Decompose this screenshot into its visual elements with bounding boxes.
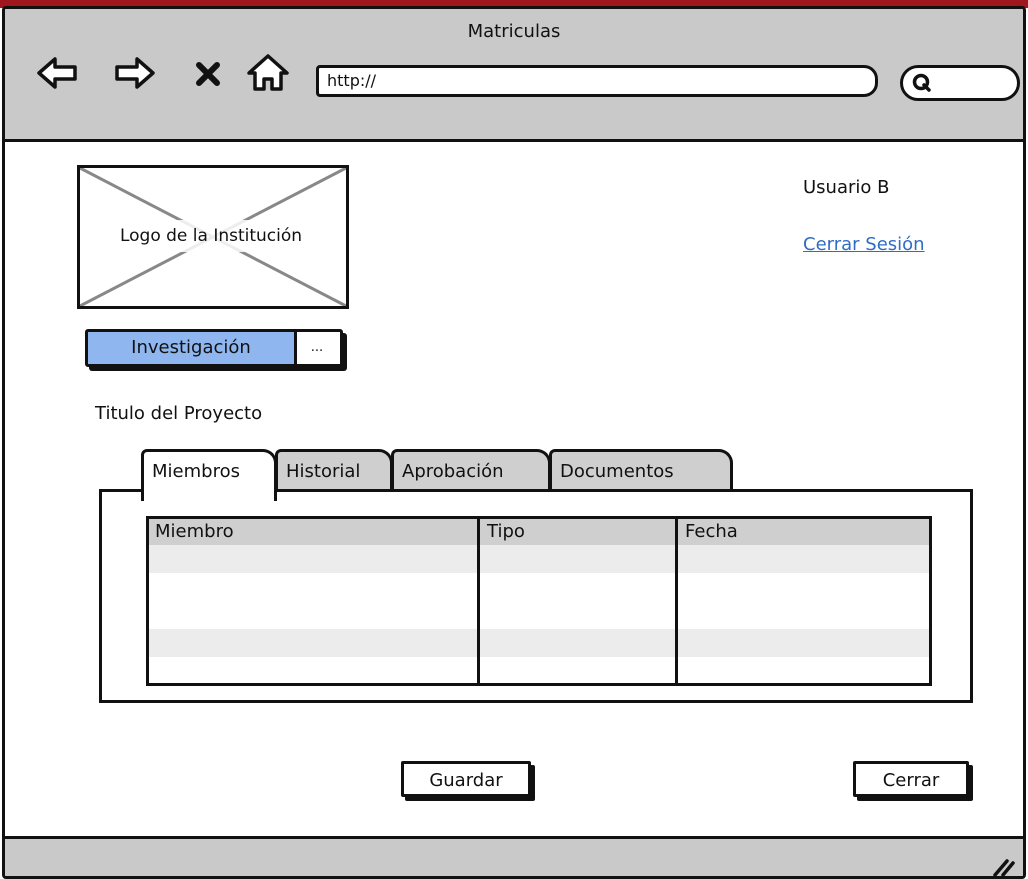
table-row[interactable] — [149, 573, 929, 601]
tab-miembros[interactable]: Miembros — [141, 449, 277, 501]
project-title: Titulo del Proyecto — [95, 403, 263, 424]
column-header-miembro[interactable]: Miembro — [149, 519, 234, 545]
column-header-tipo[interactable]: Tipo — [481, 519, 525, 545]
stop-x-icon[interactable] — [193, 53, 223, 93]
search-icon — [912, 73, 931, 92]
module-button-label[interactable]: Investigación — [88, 332, 297, 364]
column-divider — [675, 519, 678, 683]
window-title: Matriculas — [467, 21, 561, 42]
table-row[interactable] — [149, 601, 929, 629]
close-button[interactable]: Cerrar — [853, 761, 969, 797]
column-header-fecha[interactable]: Fecha — [679, 519, 738, 545]
table-row[interactable] — [149, 545, 929, 573]
save-button[interactable]: Guardar — [401, 761, 531, 797]
table-row[interactable] — [149, 657, 929, 685]
module-split-button[interactable]: Investigación ... — [85, 329, 343, 367]
current-user-label: Usuario B — [803, 177, 890, 198]
logo-label: Logo de la Institución — [82, 220, 340, 252]
members-table: Miembro Tipo Fecha — [146, 516, 932, 686]
search-input[interactable] — [900, 65, 1020, 101]
institution-logo-placeholder: Logo de la Institución — [77, 165, 349, 309]
resize-grip-icon[interactable] — [991, 853, 1017, 879]
home-icon[interactable] — [245, 53, 291, 93]
forward-arrow-icon[interactable] — [113, 53, 157, 93]
browser-window: Matriculas http:// Logo de la Institució… — [2, 6, 1026, 879]
status-bar — [5, 836, 1023, 879]
back-arrow-icon[interactable] — [35, 53, 79, 93]
url-input[interactable]: http:// — [316, 65, 878, 97]
table-header-row — [149, 519, 929, 545]
column-divider — [477, 519, 480, 683]
logout-link[interactable]: Cerrar Sesión — [803, 234, 925, 255]
browser-toolbar: Matriculas http:// — [5, 9, 1023, 142]
members-tab-panel: Miembro Tipo Fecha — [99, 489, 973, 703]
module-more-button[interactable]: ... — [297, 332, 337, 364]
table-row[interactable] — [149, 629, 929, 657]
